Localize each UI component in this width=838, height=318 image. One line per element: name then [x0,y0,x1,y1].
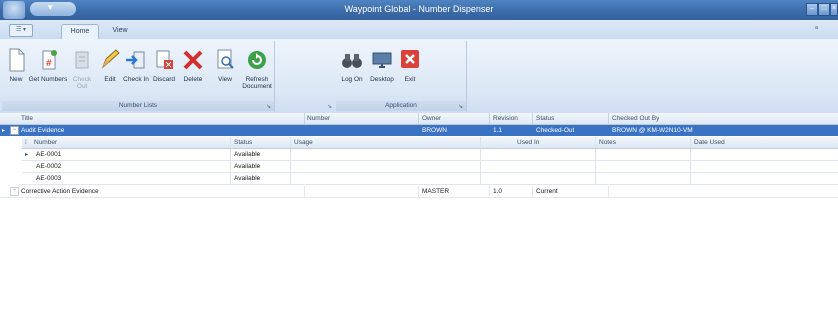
exit-icon [401,50,419,68]
group-label-application: Application [336,101,466,111]
check-in-button[interactable]: Check In [123,47,149,101]
group-number-lists: New # Get Numbers Check Out Edit Check I… [2,41,275,112]
check-out-button[interactable]: Check Out [70,47,94,101]
tab-view[interactable]: View [106,24,134,39]
column-number[interactable]: Number [307,113,330,124]
grid-header: Title Number Owner Revision Status Check… [0,113,838,125]
get-numbers-button[interactable]: # Get Numbers [28,47,68,101]
column-number[interactable]: Number [34,137,57,148]
view-button[interactable]: View [214,47,236,101]
get-numbers-icon: # [42,50,57,70]
delete-button[interactable]: Delete [179,47,207,101]
file-menu-button[interactable]: ☰ ▾ [9,24,33,37]
row-indicator-icon: ▸ [2,128,6,134]
group-unlabeled: ↘ [274,41,336,112]
desktop-icon [372,52,392,68]
column-owner[interactable]: Owner [422,113,441,124]
delete-x-icon [183,50,203,70]
table-row[interactable]: + Corrective Action Evidence MASTER 1.0 … [0,186,838,198]
column-usage[interactable]: Usage [294,137,313,148]
list-item[interactable]: AE-0002 Available [22,161,838,173]
dialog-launcher-icon[interactable]: ↘ [327,103,332,110]
column-checked-out-by[interactable]: Checked Out By [612,113,659,124]
table-row[interactable]: ▸ − Audit Evidence BROWN 1.1 Checked-Out… [0,125,838,136]
column-used-in[interactable]: Used In [517,137,539,148]
new-button[interactable]: New [4,47,28,101]
discard-icon [156,50,173,69]
exit-button[interactable]: Exit [398,47,422,101]
filter-icon[interactable]: ⁞ [25,137,27,148]
collapse-icon[interactable]: − [10,126,19,135]
group-label-number-lists: Number Lists [2,101,274,111]
expand-icon[interactable]: + [10,187,19,196]
row-indicator-icon: ▸ [25,152,29,158]
refresh-document-button[interactable]: Refresh Document [240,47,274,101]
check-out-icon [75,51,89,69]
column-status[interactable]: Status [234,137,252,148]
ribbon: New # Get Numbers Check Out Edit Check I… [0,39,838,114]
discard-button[interactable]: Discard [150,47,178,101]
window-title: Waypoint Global - Number Dispenser [344,4,494,14]
list-item[interactable]: ▸ AE-0001 Available [22,149,838,161]
column-revision[interactable]: Revision [493,113,518,124]
column-title[interactable]: Title [21,113,33,124]
group-application: Log On Desktop Exit Application ↘ [336,41,467,112]
column-notes[interactable]: Notes [599,137,616,148]
check-in-icon [126,51,145,69]
tab-home[interactable]: Home [61,24,99,40]
column-status[interactable]: Status [536,113,554,124]
desktop-button[interactable]: Desktop [368,47,396,101]
maximize-button[interactable]: □ [818,3,830,16]
new-document-icon [9,48,25,72]
svg-text:#: # [45,59,53,69]
detail-grid-header: ⁞ Number Status Usage Used In Notes Date… [22,137,838,149]
dialog-launcher-icon[interactable]: ↘ [458,103,463,110]
number-lists-grid: Title Number Owner Revision Status Check… [0,113,838,318]
ribbon-tab-row: ☰ ▾ Home View ᵃ [0,20,838,40]
dialog-launcher-icon[interactable]: ↘ [266,103,271,110]
log-on-button[interactable]: Log On [338,47,366,101]
title-bar: ▾ Waypoint Global - Number Dispenser – □… [0,0,838,20]
view-document-icon [217,49,234,69]
binoculars-icon [342,54,362,68]
column-date-used[interactable]: Date Used [694,137,725,148]
pencil-icon [101,49,120,69]
close-button[interactable]: × [830,3,838,16]
pin-icon[interactable]: ᵃ [815,24,818,33]
minimize-button[interactable]: – [806,3,818,16]
list-item[interactable]: AE-0003 Available [22,173,838,185]
refresh-icon [248,51,266,69]
edit-button[interactable]: Edit [98,47,122,101]
